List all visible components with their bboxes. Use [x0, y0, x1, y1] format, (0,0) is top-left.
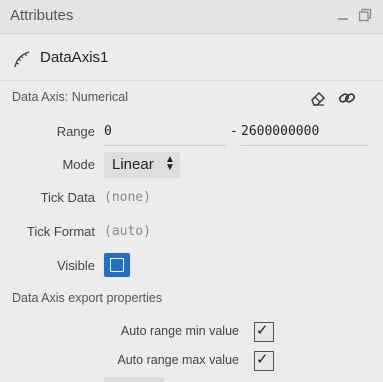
float-window-icon[interactable]: [358, 8, 372, 22]
mode-label: Mode: [62, 157, 95, 172]
checkmark-icon: ✓: [256, 351, 269, 368]
auto-range-max-checkbox[interactable]: ✓: [254, 351, 274, 371]
object-name: DataAxis1: [40, 49, 109, 66]
range-min-input[interactable]: 0: [104, 124, 112, 139]
range-max-underline: [241, 145, 368, 146]
visible-label: Visible: [56, 258, 95, 273]
panel-title: Attributes: [10, 7, 74, 24]
data-axis-icon: [12, 48, 34, 70]
tick-data-input[interactable]: (none): [104, 190, 151, 205]
tick-data-label: Tick Data: [40, 190, 95, 205]
link-icon[interactable]: [338, 89, 356, 107]
checkbox-box-icon: [110, 258, 124, 272]
attributes-panel: Attributes DataAxis1 Data Axis: Numerica…: [0, 0, 383, 382]
range-min-underline: [104, 145, 226, 146]
select-arrows-icon: ▲ ▼: [165, 154, 175, 173]
checkmark-icon: ✓: [256, 322, 269, 339]
partial-control[interactable]: [104, 377, 164, 382]
section-data-axis-label: Data Axis: Numerical: [12, 90, 129, 104]
range-separator: -: [230, 124, 238, 139]
auto-range-min-label: Auto range min value: [120, 324, 239, 338]
eraser-icon[interactable]: [309, 89, 327, 107]
panel-title-bar: Attributes: [0, 0, 383, 34]
visible-checkbox[interactable]: [104, 253, 130, 277]
auto-range-min-checkbox[interactable]: ✓: [254, 322, 274, 342]
auto-range-max-label: Auto range max value: [117, 353, 239, 367]
tick-format-label: Tick Format: [26, 224, 95, 239]
range-label: Range: [56, 124, 95, 139]
mode-value: Linear: [112, 156, 154, 173]
object-header: DataAxis1: [0, 34, 383, 81]
mode-select[interactable]: Linear ▲ ▼: [104, 152, 180, 178]
section-export-label: Data Axis export properties: [12, 291, 163, 305]
tick-format-input[interactable]: (auto): [104, 224, 151, 239]
minimize-icon[interactable]: [336, 8, 350, 22]
range-max-input[interactable]: 2600000000: [241, 124, 319, 139]
